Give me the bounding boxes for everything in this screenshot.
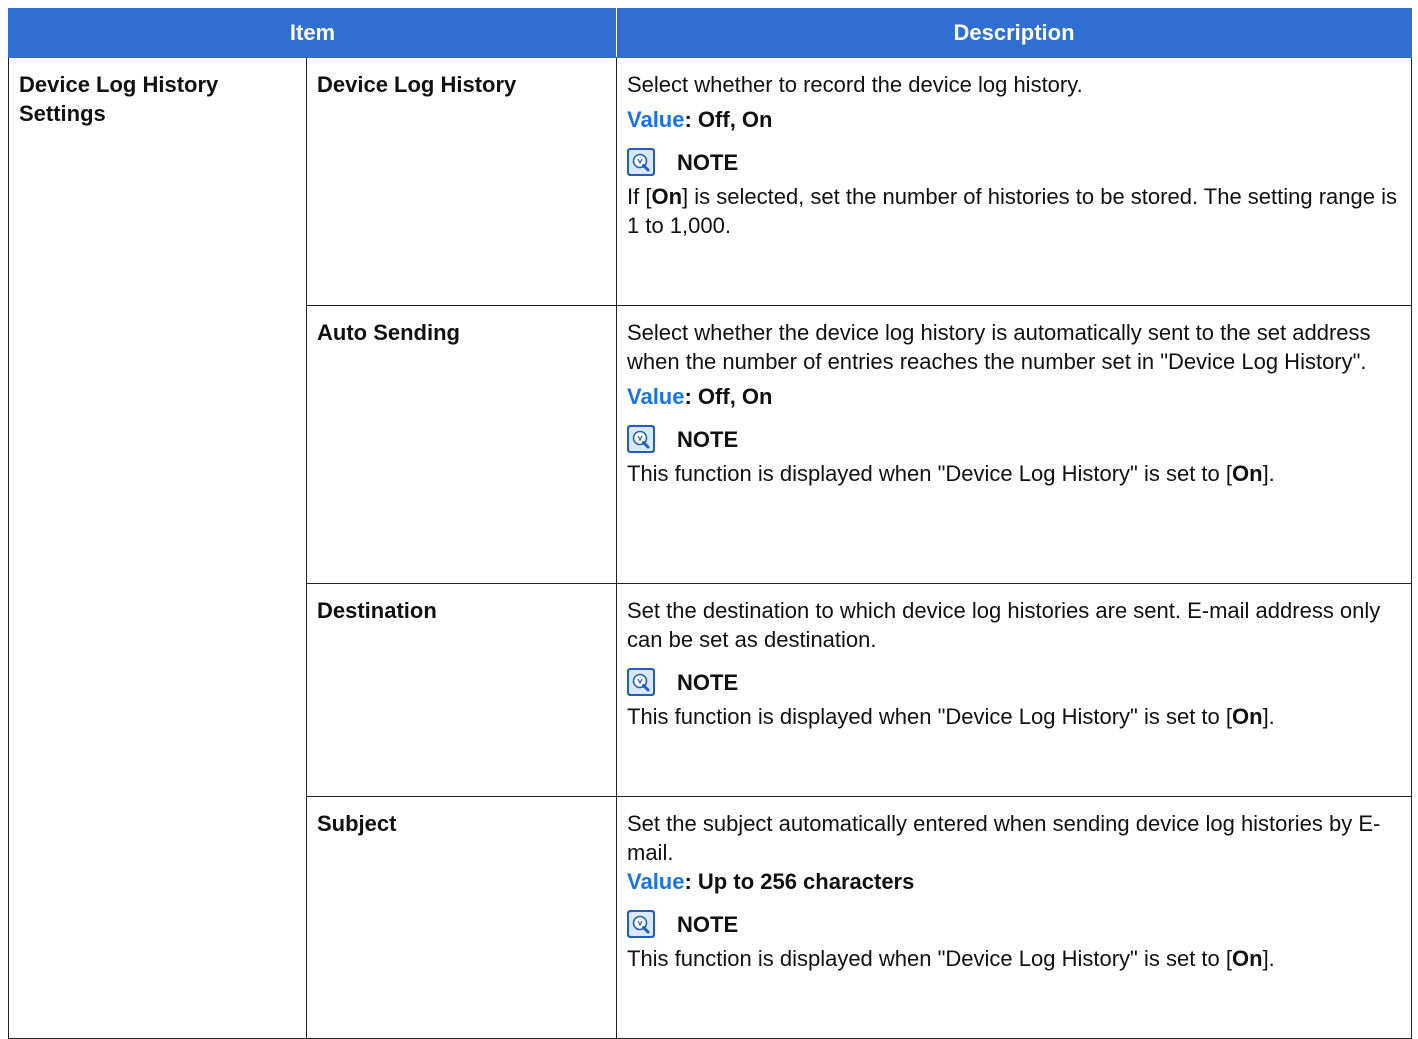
table-header-row: Item Description [8, 8, 1412, 58]
setting-name-cell: Destination [306, 583, 617, 797]
setting-value: Value: Up to 256 characters [627, 867, 1397, 896]
lightbulb-note-icon [627, 910, 655, 938]
note-heading: NOTE [627, 666, 1397, 698]
note-text: This function is displayed when "Device … [627, 459, 1397, 488]
setting-name: Auto Sending [317, 320, 460, 345]
lightbulb-note-icon [627, 148, 655, 176]
setting-name-cell: Device Log History [306, 57, 617, 306]
setting-name: Device Log History [317, 72, 517, 97]
note-heading: NOTE [627, 146, 1397, 178]
note-text-prefix: This function is displayed when "Device … [627, 946, 1232, 971]
setting-description-cell: Select whether the device log history is… [616, 305, 1412, 584]
setting-description: Set the destination to which device log … [627, 598, 1381, 652]
note-heading: NOTE [627, 423, 1397, 455]
table-row: Device Log History Settings Device Log H… [8, 57, 1412, 1039]
value-text: : Off, On [684, 107, 773, 132]
note-title: NOTE [677, 149, 739, 175]
value-text: : Up to 256 characters [684, 869, 915, 894]
group-label-cell: Device Log History Settings [8, 57, 307, 1039]
setting-name: Subject [317, 811, 397, 836]
note-title: NOTE [677, 669, 739, 695]
note-text-suffix: ]. [1262, 704, 1275, 729]
note-text-suffix: ] is selected, set the number of histori… [627, 184, 1397, 238]
setting-value: Value: Off, On [627, 382, 1397, 411]
note-text-bold: On [1232, 704, 1263, 729]
note-text-prefix: This function is displayed when "Device … [627, 461, 1232, 486]
note-text-bold: On [1232, 461, 1263, 486]
note-text: This function is displayed when "Device … [627, 944, 1397, 973]
setting-description-cell: Set the destination to which device log … [616, 583, 1412, 797]
setting-value: Value: Off, On [627, 105, 1397, 134]
value-label: Value [627, 384, 685, 409]
note-title: NOTE [677, 426, 739, 452]
note-text-prefix: This function is displayed when "Device … [627, 704, 1232, 729]
note-title: NOTE [677, 911, 739, 937]
setting-description: Select whether to record the device log … [627, 72, 1083, 97]
setting-name-cell: Auto Sending [306, 305, 617, 584]
value-text: : Off, On [684, 384, 773, 409]
setting-name-cell: Subject [306, 796, 617, 1039]
column-header-description: Description [616, 8, 1412, 58]
value-label: Value [627, 107, 685, 132]
note-text-suffix: ]. [1262, 461, 1275, 486]
lightbulb-note-icon [627, 425, 655, 453]
note-text-bold: On [651, 184, 683, 209]
value-label: Value [627, 869, 685, 894]
note-text-bold: On [1232, 946, 1263, 971]
setting-description-cell: Set the subject automatically entered wh… [616, 796, 1412, 1039]
group-label: Device Log History Settings [19, 72, 219, 126]
note-text: If [On] is selected, set the number of h… [627, 182, 1397, 240]
lightbulb-note-icon [627, 668, 655, 696]
setting-description: Select whether the device log history is… [627, 320, 1371, 374]
setting-description: Set the subject automatically entered wh… [627, 811, 1381, 865]
settings-table: Item Description Device Log History Sett… [8, 8, 1412, 1039]
note-heading: NOTE [627, 908, 1397, 940]
note-text-suffix: ]. [1262, 946, 1275, 971]
setting-description-cell: Select whether to record the device log … [616, 57, 1412, 306]
setting-name: Destination [317, 598, 437, 623]
note-text: This function is displayed when "Device … [627, 702, 1397, 731]
note-text-prefix: If [ [627, 184, 652, 209]
column-header-item: Item [8, 8, 617, 58]
